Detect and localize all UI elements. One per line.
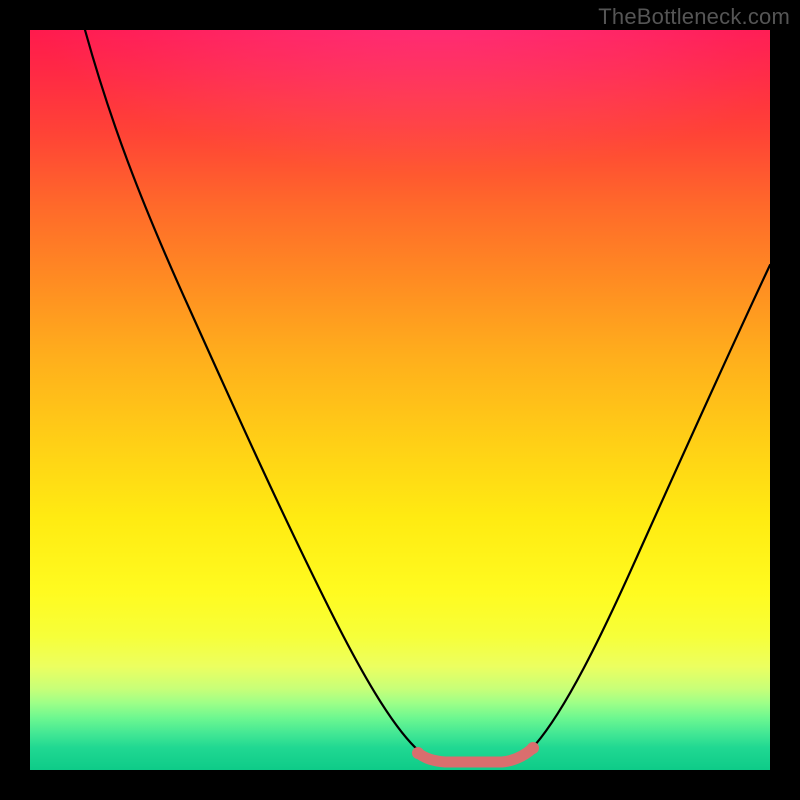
valley-flat-segment [418, 748, 533, 762]
chart-frame: TheBottleneck.com [0, 0, 800, 800]
bottleneck-curve [85, 30, 770, 761]
watermark-text: TheBottleneck.com [598, 4, 790, 30]
curve-layer [30, 30, 770, 770]
valley-cap-right-icon [527, 742, 539, 754]
valley-cap-left-icon [412, 747, 424, 759]
